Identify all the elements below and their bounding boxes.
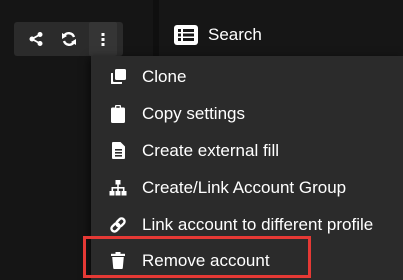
list-icon bbox=[174, 25, 198, 45]
menu-item-label: Link account to different profile bbox=[142, 214, 374, 234]
account-options-menu: Clone Copy settings Create external fill bbox=[91, 56, 403, 280]
menu-item-label: Copy settings bbox=[142, 103, 245, 123]
link-icon bbox=[109, 216, 127, 234]
refresh-button[interactable] bbox=[55, 22, 83, 56]
menu-item-label: Remove account bbox=[142, 250, 270, 270]
account-toolbar bbox=[14, 22, 123, 56]
sitemap-icon bbox=[109, 179, 127, 197]
search-button[interactable]: Search bbox=[174, 18, 262, 52]
menu-item-label: Clone bbox=[142, 66, 187, 86]
menu-item-copy-settings[interactable]: Copy settings bbox=[91, 95, 403, 132]
file-text-icon bbox=[109, 142, 127, 160]
share-icon bbox=[29, 32, 43, 46]
menu-item-clone[interactable]: Clone bbox=[91, 58, 403, 95]
menu-item-link-account-to-different-profile[interactable]: Link account to different profile bbox=[91, 206, 403, 243]
more-options-button[interactable] bbox=[89, 22, 117, 56]
clipboard-icon bbox=[109, 104, 127, 123]
menu-item-remove-account[interactable]: Remove account bbox=[91, 242, 403, 279]
share-button[interactable] bbox=[22, 22, 50, 56]
menu-item-create-link-account-group[interactable]: Create/Link Account Group bbox=[91, 169, 403, 206]
clone-icon bbox=[109, 68, 127, 86]
refresh-icon bbox=[62, 32, 76, 46]
trash-icon bbox=[109, 252, 127, 270]
menu-item-label: Create external fill bbox=[142, 140, 280, 160]
menu-item-create-external-fill[interactable]: Create external fill bbox=[91, 132, 403, 169]
more-vertical-icon bbox=[101, 33, 105, 46]
search-label: Search bbox=[208, 25, 262, 44]
menu-item-label: Create/Link Account Group bbox=[142, 177, 347, 197]
